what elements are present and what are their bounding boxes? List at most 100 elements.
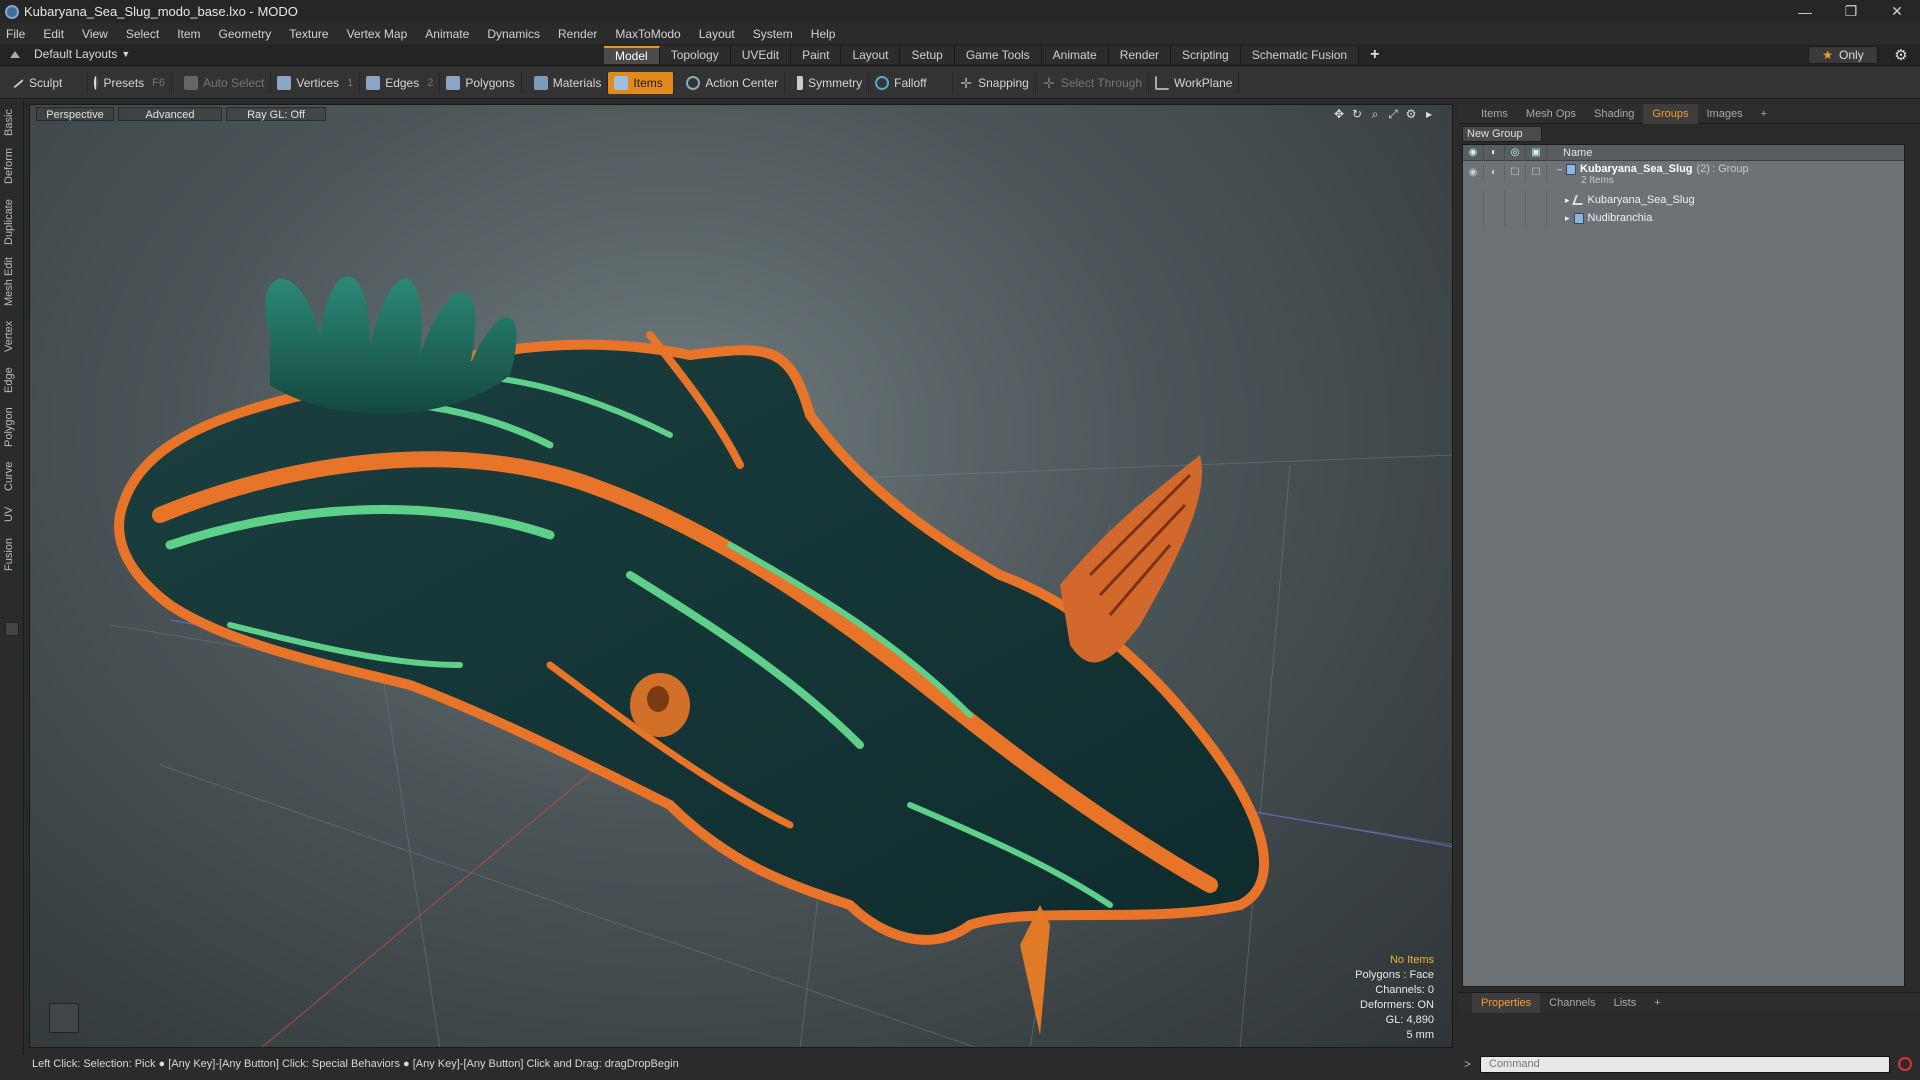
visibility-column-icon[interactable]: ◉ [1463, 144, 1484, 161]
collapse-icon[interactable] [10, 50, 20, 58]
info-channels: Channels: 0 [1375, 984, 1434, 996]
presets-button[interactable]: Presets F6 [88, 71, 172, 94]
shading-mode-button[interactable]: Advanced [118, 107, 222, 121]
viewport-expand-icon[interactable]: ▸ [1420, 107, 1438, 122]
menu-geometry[interactable]: Geometry [219, 27, 272, 41]
tab-render[interactable]: Render [1108, 46, 1172, 64]
new-group-button[interactable]: New Group [1462, 126, 1542, 142]
gear-icon[interactable]: ⚙ [1892, 46, 1910, 64]
render-toggle-icon[interactable]: ◐ [1484, 163, 1505, 181]
restore-button[interactable]: ❐ [1828, 0, 1874, 23]
tab-game-tools[interactable]: Game Tools [954, 46, 1042, 64]
left-tab-basic[interactable]: Basic [3, 108, 21, 138]
add-panel-tab-button[interactable]: + [1752, 104, 1776, 124]
raygl-button[interactable]: Ray GL: Off [226, 107, 326, 121]
tab-setup[interactable]: Setup [900, 46, 955, 64]
menu-view[interactable]: View [82, 27, 108, 41]
tab-mesh-ops[interactable]: Mesh Ops [1517, 104, 1585, 124]
symmetry-button[interactable]: Symmetry [785, 71, 870, 94]
tab-properties[interactable]: Properties [1472, 992, 1541, 1013]
menu-edit[interactable]: Edit [43, 27, 64, 41]
workplane-button[interactable]: WorkPlane [1149, 71, 1240, 94]
left-tab-uv[interactable]: UV [3, 502, 21, 526]
tab-lists[interactable]: Lists [1605, 993, 1646, 1013]
add-tab-button[interactable]: + [1359, 46, 1390, 64]
tab-uvedit[interactable]: UVEdit [730, 46, 792, 64]
only-button[interactable]: ★ Only [1808, 46, 1878, 64]
menu-item[interactable]: Item [177, 27, 200, 41]
minimize-button[interactable]: — [1782, 0, 1828, 23]
falloff-button[interactable]: Falloff [869, 71, 954, 94]
items-button[interactable]: Items [608, 71, 675, 94]
select-toggle-icon[interactable]: ☐ [1526, 163, 1547, 181]
fit-icon[interactable]: ⤢ [1384, 107, 1402, 122]
expand-arrow-icon[interactable]: ▸ [1565, 213, 1570, 224]
edges-button[interactable]: Edges 2 [360, 71, 441, 94]
menu-system[interactable]: System [753, 27, 793, 41]
left-tab-deform[interactable]: Deform [3, 146, 21, 186]
left-tab-polygon[interactable]: Polygon [3, 404, 21, 450]
menu-dynamics[interactable]: Dynamics [487, 27, 540, 41]
right-panel: Items Mesh Ops Shading Groups Images + N… [1458, 103, 1920, 1055]
menu-select[interactable]: Select [126, 27, 159, 41]
command-stop-icon[interactable] [1898, 1057, 1912, 1071]
menu-help[interactable]: Help [811, 27, 836, 41]
select-column-icon[interactable]: ▣ [1526, 144, 1547, 161]
tab-images[interactable]: Images [1698, 104, 1752, 124]
menu-animate[interactable]: Animate [425, 27, 469, 41]
left-tab-duplicate[interactable]: Duplicate [3, 196, 21, 248]
select-through-button[interactable]: ✛ Select Through [1036, 71, 1149, 94]
menu-vertex-map[interactable]: Vertex Map [347, 27, 408, 41]
tab-layout[interactable]: Layout [841, 46, 901, 64]
left-tab-curve[interactable]: Curve [3, 458, 21, 494]
vertices-button[interactable]: Vertices 1 [271, 71, 361, 94]
layout-selector[interactable]: Default Layouts ▼ [10, 47, 130, 61]
rotate-icon[interactable]: ↻ [1348, 107, 1366, 122]
menu-maxtomodo[interactable]: MaxToModo [615, 27, 680, 41]
render-column-icon[interactable]: ◐ [1484, 144, 1505, 161]
collapse-arrow-icon[interactable]: – [1557, 164, 1562, 174]
pan-icon[interactable]: ✥ [1330, 107, 1348, 122]
snapping-button[interactable]: ✛ Snapping [953, 71, 1036, 94]
expand-arrow-icon[interactable]: ▸ [1565, 195, 1570, 206]
sculpt-button[interactable]: Sculpt [6, 71, 88, 94]
viewport-gear-icon[interactable]: ⚙ [1402, 107, 1420, 122]
action-center-label: Action Center [705, 75, 779, 90]
polygons-button[interactable]: Polygons [440, 71, 522, 94]
tab-shading[interactable]: Shading [1585, 104, 1643, 124]
menu-file[interactable]: File [6, 27, 25, 41]
menu-layout[interactable]: Layout [699, 27, 735, 41]
tab-scripting[interactable]: Scripting [1171, 46, 1241, 64]
tree-item-row[interactable]: ▸ Kubaryana_Sea_Slug [1463, 191, 1904, 209]
tab-channels[interactable]: Channels [1540, 993, 1604, 1013]
lock-toggle-icon[interactable]: ☐ [1505, 163, 1526, 181]
left-tab-edge[interactable]: Edge [3, 364, 21, 396]
tree-item-row[interactable]: ▸ Nudibranchia [1463, 209, 1904, 227]
left-tab-vertex[interactable]: Vertex [3, 316, 21, 356]
tab-model[interactable]: Model [604, 46, 660, 64]
left-tab-mesh-edit[interactable]: Mesh Edit [3, 256, 21, 308]
command-input[interactable]: Command [1480, 1055, 1890, 1073]
add-bottom-tab-button[interactable]: + [1645, 993, 1669, 1013]
group-icon [1566, 163, 1577, 175]
left-panel-toggle[interactable] [5, 622, 19, 636]
group-row[interactable]: ◉ ◐ ☐ ☐ – Kubaryana_Sea_Slug (2) : Group… [1463, 161, 1904, 191]
auto-select-button[interactable]: Auto Select [178, 71, 272, 94]
close-button[interactable]: ✕ [1874, 0, 1920, 23]
left-tab-fusion[interactable]: Fusion [3, 534, 21, 574]
eye-icon[interactable]: ◉ [1463, 163, 1484, 181]
tab-animate[interactable]: Animate [1041, 46, 1109, 64]
action-center-button[interactable]: Action Center [680, 71, 786, 94]
lock-column-icon[interactable]: ◎ [1505, 144, 1526, 161]
3d-viewport[interactable]: Perspective Advanced Ray GL: Off ✥ ↻ ⌕ ⤢… [29, 104, 1453, 1048]
tab-items[interactable]: Items [1472, 104, 1517, 124]
menu-render[interactable]: Render [558, 27, 597, 41]
zoom-icon[interactable]: ⌕ [1366, 107, 1384, 122]
view-mode-button[interactable]: Perspective [36, 107, 114, 121]
tab-groups[interactable]: Groups [1643, 103, 1698, 124]
tab-schematic-fusion[interactable]: Schematic Fusion [1240, 46, 1360, 64]
tab-topology[interactable]: Topology [659, 46, 731, 64]
menu-texture[interactable]: Texture [289, 27, 328, 41]
tab-paint[interactable]: Paint [791, 46, 842, 64]
materials-button[interactable]: Materials [528, 71, 609, 94]
